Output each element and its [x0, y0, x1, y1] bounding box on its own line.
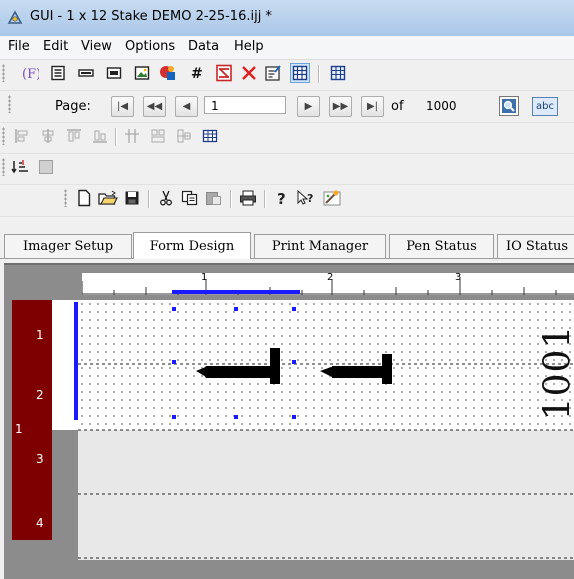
tab-imager-setup[interactable]: Imager Setup — [4, 234, 132, 258]
grid-icon[interactable] — [290, 63, 310, 83]
ruler-mark-2: 2 — [327, 272, 334, 283]
pdf-icon[interactable] — [214, 63, 234, 83]
prev-many-button[interactable]: ◀◀ — [143, 96, 166, 117]
align-center-icon[interactable] — [38, 126, 58, 146]
label-canvas[interactable]: 1001 — [78, 300, 574, 560]
svg-text:#: # — [191, 66, 203, 81]
main-tabs: Imager Setup Form Design Print Manager P… — [0, 232, 574, 261]
hash-icon[interactable]: # — [186, 63, 206, 83]
of-label: of — [391, 99, 404, 114]
tab-print-manager[interactable]: Print Manager — [254, 234, 386, 258]
menu-view[interactable]: View — [81, 39, 112, 54]
prev-page-button[interactable]: ◀ — [175, 96, 198, 117]
total-pages: 1000 — [426, 99, 457, 113]
svg-text:?: ? — [277, 190, 286, 206]
next-page-button[interactable]: ▶ — [297, 96, 320, 117]
barcode-line-icon[interactable] — [76, 63, 96, 83]
row-header-strip — [52, 300, 78, 430]
menu-help[interactable]: Help — [234, 39, 264, 54]
properties-icon[interactable] — [263, 63, 283, 83]
center-icon[interactable] — [174, 126, 194, 146]
table-icon[interactable] — [328, 63, 348, 83]
toolbar-separator — [318, 65, 320, 83]
guide-lines — [78, 363, 574, 559]
toolbar-grip[interactable] — [2, 64, 5, 82]
page-number-input[interactable]: 1 — [204, 96, 286, 114]
toolbar-separator — [115, 128, 117, 146]
ruler-mark-3: 3 — [455, 272, 462, 283]
menu-bar: File Edit View Options Data Help — [0, 36, 574, 60]
table-insert-icon[interactable] — [200, 126, 220, 146]
stake-graphic-2[interactable] — [306, 344, 416, 384]
zoom-preview-icon[interactable] — [499, 96, 519, 116]
align-left-icon[interactable] — [12, 126, 32, 146]
ruler-row-4: 4 — [36, 516, 44, 530]
form-design-area: 1 2 3 1 2 3 4 1 1001 — [4, 263, 574, 579]
paste-icon[interactable] — [204, 188, 224, 208]
ruler-row-3: 3 — [36, 452, 44, 466]
text-view-button[interactable]: abc — [532, 97, 558, 116]
toolbar-grip[interactable] — [8, 95, 11, 113]
side-marker: 1 — [15, 422, 23, 436]
new-icon[interactable] — [74, 188, 94, 208]
tab-form-design[interactable]: Form Design — [133, 232, 251, 259]
sort-icon[interactable] — [10, 157, 30, 177]
left-ruler: 1 2 3 4 1 — [12, 300, 52, 540]
title-bar: GUI - 1 x 12 Stake DEMO 2-25-16.ijj * — [0, 0, 574, 37]
copy-icon[interactable] — [180, 188, 200, 208]
image-icon[interactable] — [132, 63, 152, 83]
menu-edit[interactable]: Edit — [43, 39, 68, 54]
first-page-button[interactable]: |◀ — [111, 96, 134, 117]
ruler-mark-1: 1 — [201, 272, 208, 283]
field-icon[interactable] — [104, 63, 124, 83]
align-top-icon[interactable] — [64, 126, 84, 146]
open-icon[interactable] — [98, 188, 118, 208]
wizard-icon[interactable] — [322, 188, 342, 208]
distribute-icon[interactable] — [122, 126, 142, 146]
last-page-button[interactable]: ▶| — [361, 96, 384, 117]
object-toolbar: (F) # — [0, 60, 574, 91]
toolbar-grip[interactable] — [64, 189, 67, 207]
context-help-icon[interactable]: ? — [296, 188, 316, 208]
toolbar-separator — [148, 190, 150, 208]
print-icon[interactable] — [238, 188, 258, 208]
menu-options[interactable]: Options — [125, 39, 175, 54]
toolbar-grip[interactable] — [2, 158, 5, 176]
svg-text:?: ? — [307, 192, 313, 205]
label-number-text[interactable]: 1001 — [537, 325, 574, 421]
ruler-row-2: 2 — [36, 388, 44, 402]
delete-icon[interactable] — [239, 63, 259, 83]
app-logo-icon[interactable] — [6, 9, 24, 27]
standard-toolbar: ? ? — [0, 185, 574, 217]
tab-pen-status[interactable]: Pen Status — [389, 234, 494, 258]
align-toolbar — [0, 123, 574, 154]
toolbar-grip[interactable] — [2, 127, 5, 145]
window-title: GUI - 1 x 12 Stake DEMO 2-25-16.ijj * — [30, 9, 272, 24]
ruler-row-1: 1 — [36, 328, 44, 342]
sort-toolbar — [0, 154, 574, 185]
tab-io-status[interactable]: IO Status — [497, 234, 574, 258]
save-icon[interactable] — [122, 188, 142, 208]
box-icon[interactable] — [36, 157, 56, 177]
cut-icon[interactable] — [156, 188, 176, 208]
graphic-icon[interactable] — [158, 63, 178, 83]
pager-toolbar: Page: |◀ ◀◀ ◀ 1 ▶ ▶▶ ▶| of 1000 abc — [0, 91, 574, 123]
selection-handles[interactable] — [166, 300, 306, 430]
top-ruler: 1 2 3 — [82, 272, 574, 295]
same-size-icon[interactable] — [148, 126, 168, 146]
toolbar-separator — [230, 190, 232, 208]
align-bottom-icon[interactable] — [90, 126, 110, 146]
menu-file[interactable]: File — [8, 39, 30, 54]
help-icon[interactable]: ? — [272, 188, 292, 208]
toolbar-separator — [264, 190, 266, 208]
text-lines-icon[interactable] — [48, 63, 68, 83]
next-many-button[interactable]: ▶▶ — [329, 96, 352, 117]
page-label: Page: — [55, 99, 91, 114]
svg-text:(F): (F) — [22, 67, 39, 81]
menu-data[interactable]: Data — [188, 39, 219, 54]
formula-icon[interactable]: (F) — [20, 63, 40, 83]
